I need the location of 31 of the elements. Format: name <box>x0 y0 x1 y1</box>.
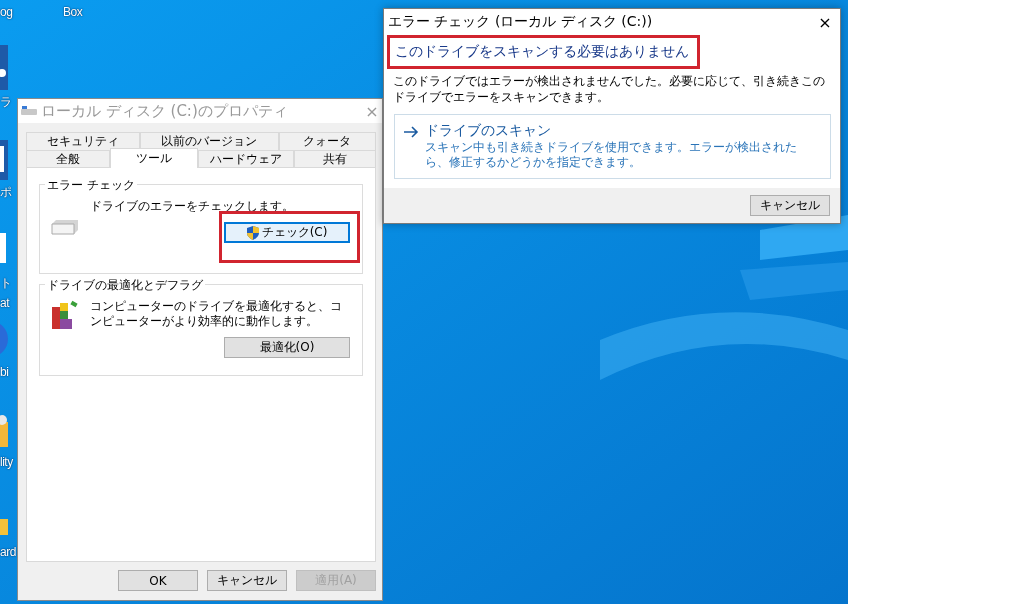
window-title: エラー チェック (ローカル ディスク (C:)) <box>388 13 654 31</box>
message-text: このドライブではエラーが検出されませんでした。必要に応じて、引き続きこのドライブでエラーをスキャンできます。 <box>392 73 826 105</box>
tab[interactable]: クォータ <box>278 132 376 150</box>
app-icon[interactable] <box>0 140 8 180</box>
cancel-button[interactable]: キャンセル <box>750 195 830 216</box>
group-title: エラー チェック <box>45 177 137 194</box>
description-text: コンピューターのドライブを最適化すると、コンピューターがより効率的に動作します。 <box>90 299 343 329</box>
check-button[interactable]: チェック(C) <box>224 222 350 243</box>
option-title: ドライブのスキャン <box>425 122 552 140</box>
tab[interactable]: 共有 <box>293 150 376 168</box>
tab[interactable]: 以前のバージョン <box>140 132 279 150</box>
app-icon[interactable] <box>0 45 8 90</box>
ok-button[interactable]: OK <box>118 570 198 591</box>
cancel-button[interactable]: キャンセル <box>207 570 287 591</box>
tab[interactable]: セキュリティ <box>26 132 141 150</box>
shield-icon <box>246 225 259 240</box>
tab[interactable]: 全般 <box>26 150 111 168</box>
dialog-heading: このドライブをスキャンする必要はありません <box>387 35 700 69</box>
defrag-icon <box>50 299 80 331</box>
drive-icon <box>21 106 37 116</box>
close-button[interactable]: × <box>810 12 840 32</box>
scan-drive-option[interactable]: ドライブのスキャン スキャン中も引き続きドライブを使用できます。エラーが検出されたら、修正するかどうかを指定できます。 <box>394 114 831 179</box>
window-title: ローカル ディスク (C:)のプロパティ <box>41 101 289 121</box>
arrow-icon <box>403 126 419 138</box>
tab[interactable]: ツール <box>110 148 198 168</box>
option-description: スキャン中も引き続きドライブを使用できます。エラーが検出されたら、修正するかどうかを指定できます。 <box>425 140 798 170</box>
drive-icon <box>50 219 80 235</box>
group-title: ドライブの最適化とデフラグ <box>45 277 205 294</box>
optimize-button[interactable]: 最適化(O) <box>224 337 350 358</box>
desktop-icon-label[interactable]: ard <box>0 545 16 559</box>
tab[interactable]: ハードウェア <box>197 150 294 168</box>
